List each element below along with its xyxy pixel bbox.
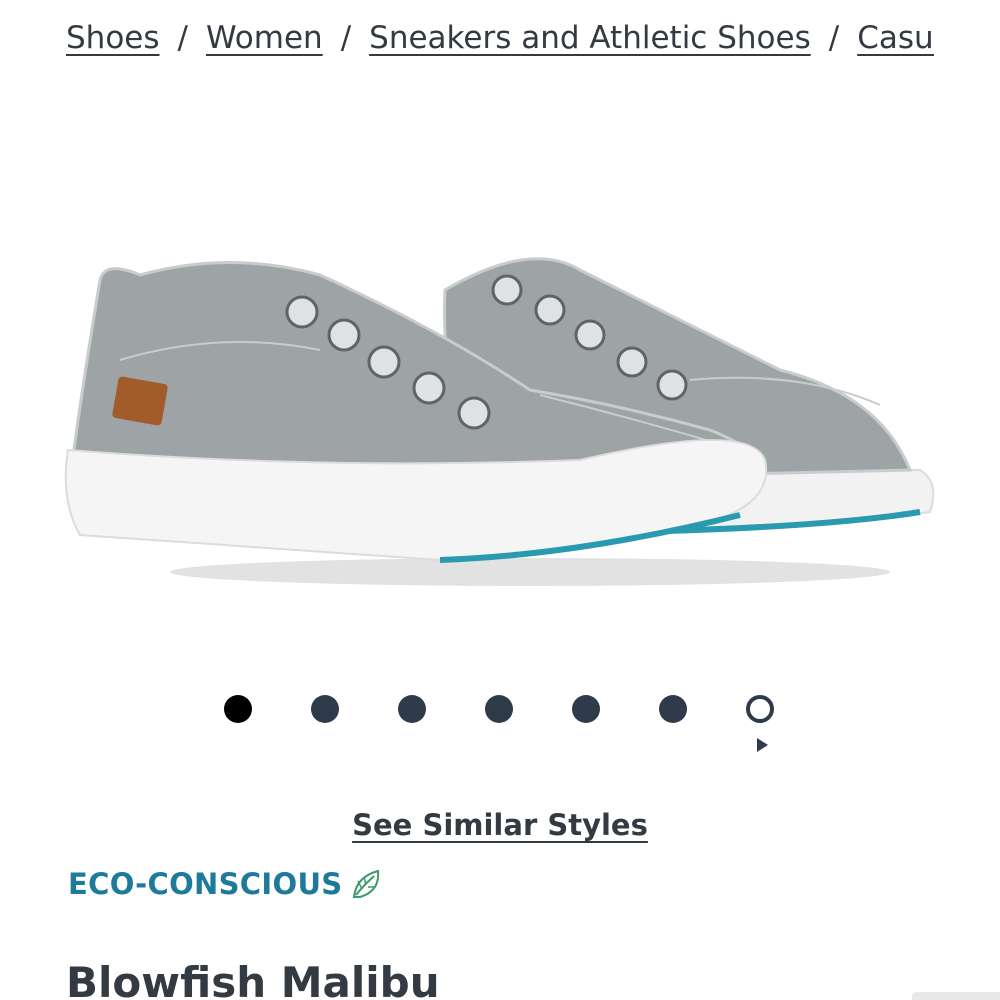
- carousel-dot[interactable]: [572, 695, 600, 723]
- breadcrumb-sneakers[interactable]: Sneakers and Athletic Shoes: [369, 20, 811, 56]
- breadcrumb: Shoes / Women / Sneakers and Athletic Shoes /…: [66, 14, 934, 62]
- carousel-dot[interactable]: [659, 695, 687, 723]
- see-similar-styles-row: See Similar Styles: [0, 808, 1000, 842]
- leaf-icon: [353, 869, 380, 898]
- product-name: Blowfish Malibu: [66, 958, 440, 1000]
- carousel-dot[interactable]: [224, 695, 252, 723]
- carousel-dot[interactable]: [485, 695, 513, 723]
- scroll-indicator: [912, 992, 1000, 1000]
- carousel-dots: [0, 690, 1000, 726]
- eco-conscious-label: ECO-CONSCIOUS: [68, 867, 343, 901]
- eco-conscious-badge: ECO-CONSCIOUS: [68, 864, 382, 904]
- carousel-dot[interactable]: [398, 695, 426, 723]
- carousel-dot[interactable]: [746, 695, 774, 723]
- breadcrumb-casual[interactable]: Casual: [857, 20, 934, 56]
- breadcrumb-separator: /: [177, 20, 188, 56]
- see-similar-styles-link[interactable]: See Similar Styles: [352, 808, 648, 842]
- breadcrumb-separator: /: [828, 20, 840, 56]
- breadcrumb-women[interactable]: Women: [206, 20, 323, 56]
- breadcrumb-shoes[interactable]: Shoes: [66, 20, 160, 56]
- sneaker-product-image[interactable]: [60, 220, 940, 610]
- play-arrow-icon[interactable]: [757, 738, 768, 752]
- breadcrumb-separator: /: [340, 20, 352, 56]
- carousel-dot[interactable]: [311, 695, 339, 723]
